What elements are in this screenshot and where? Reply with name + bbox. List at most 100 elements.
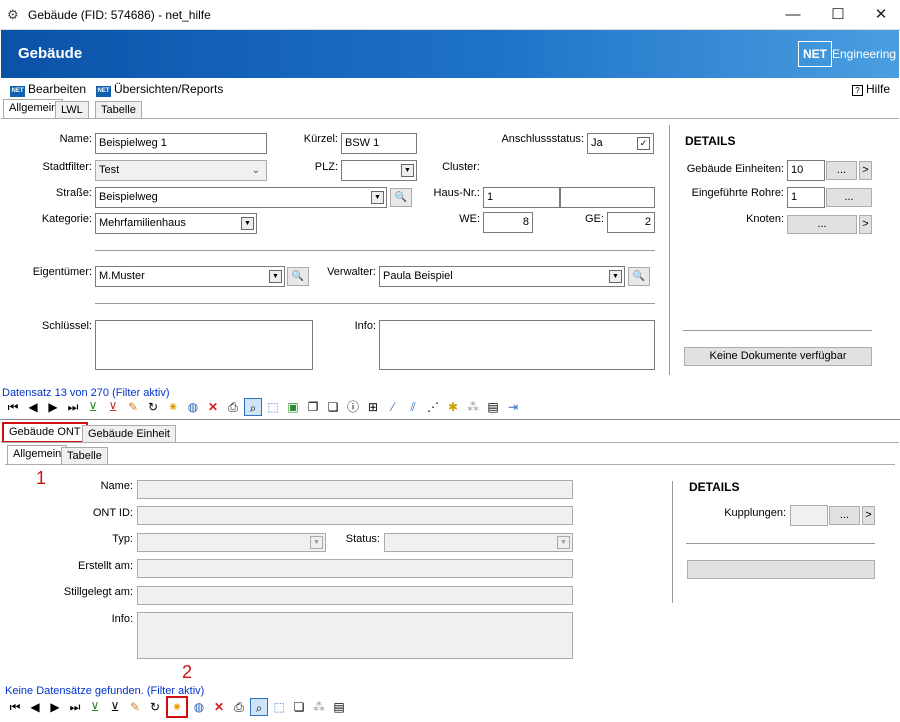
ont-info-textarea[interactable]	[137, 612, 573, 659]
maximize-button[interactable]: ☐	[815, 0, 861, 30]
edit-icon[interactable]: ✎	[126, 698, 144, 716]
refresh-icon[interactable]: ↻	[144, 398, 162, 416]
filter-remove-icon[interactable]: ⊻	[106, 698, 124, 716]
lines-icon[interactable]: ⫽	[404, 398, 422, 416]
prev-record-icon[interactable]: ◀	[26, 698, 44, 716]
kupplungen-input	[790, 505, 828, 526]
star-add-icon[interactable]: ✱	[444, 398, 462, 416]
copy-layer-icon[interactable]: ❐	[304, 398, 322, 416]
ont-id-input[interactable]	[137, 506, 573, 525]
eigentuemer-search-button[interactable]: 🔍	[287, 267, 309, 286]
sparkle-icon[interactable]: ⁂	[464, 398, 482, 416]
ge-input[interactable]: 2	[607, 212, 655, 233]
plz-label: PLZ:	[314, 161, 338, 173]
einheiten-open-button[interactable]: >	[859, 161, 872, 180]
we-input[interactable]: 8	[483, 212, 533, 233]
menu-reports[interactable]: NET Übersichten/Reports	[96, 81, 223, 97]
edit-icon[interactable]: ✎	[124, 398, 142, 416]
knoten-label: Knoten:	[746, 213, 784, 225]
verwalter-search-button[interactable]: 🔍	[628, 267, 650, 286]
menu-edit[interactable]: NET Bearbeiten	[10, 81, 86, 97]
select-icon[interactable]: ⬚	[270, 698, 288, 716]
einheiten-more-button[interactable]: ...	[826, 161, 857, 180]
next-record-icon[interactable]: ▶	[44, 398, 62, 416]
search-icon: 🔍	[394, 192, 408, 203]
stack-icon[interactable]: ❏	[324, 398, 342, 416]
filter-remove-icon[interactable]: ⊻	[104, 398, 122, 416]
name-input[interactable]: Beispielweg 1	[95, 133, 267, 154]
ont-typ-select[interactable]: ▼	[137, 533, 326, 552]
tab-gebaeude-ont[interactable]: Gebäude ONT	[2, 422, 88, 443]
kategorie-select[interactable]: Mehrfamilienhaus ▼	[95, 213, 257, 234]
kupplungen-open-button[interactable]: >	[862, 506, 875, 525]
line-icon[interactable]: ⁄	[384, 398, 402, 416]
eigentuemer-label: Eigentümer:	[32, 266, 92, 278]
zoom-icon[interactable]: ⌕	[244, 398, 262, 416]
globe-icon[interactable]: ◍	[184, 398, 202, 416]
knoten-open-button[interactable]: >	[859, 215, 872, 234]
tab-tabelle[interactable]: Tabelle	[95, 101, 142, 119]
close-button[interactable]: ✕	[858, 0, 900, 30]
divider	[95, 250, 655, 251]
no-documents-button[interactable]: Keine Dokumente verfügbar	[684, 347, 872, 366]
kuerzel-input[interactable]: BSW 1	[341, 133, 417, 154]
plz-select[interactable]: ▼	[341, 160, 417, 181]
next-record-icon[interactable]: ▶	[46, 698, 64, 716]
zoom-icon[interactable]: ⌕	[250, 698, 268, 716]
menu-help[interactable]: ? Hilfe	[852, 81, 890, 97]
print-icon[interactable]: ⎙	[230, 698, 248, 716]
ont-details-hline	[686, 543, 875, 544]
anschlussstatus-checkbox[interactable]: Ja ✓	[587, 133, 654, 154]
table-icon[interactable]: ▤	[330, 698, 348, 716]
ont-documents-button[interactable]	[687, 560, 875, 579]
knoten-more-button[interactable]: ...	[787, 215, 857, 234]
table-icon[interactable]: ▤	[484, 398, 502, 416]
delete-icon[interactable]: ✕	[210, 698, 228, 716]
strasse-search-button[interactable]: 🔍	[390, 188, 412, 207]
ge-label: GE:	[585, 213, 604, 225]
schluessel-textarea[interactable]	[95, 320, 313, 370]
ont-erstellt-input[interactable]	[137, 559, 573, 578]
strasse-select[interactable]: Beispielweg ▼	[95, 187, 387, 208]
ont-typ-label: Typ:	[112, 533, 133, 545]
info-textarea[interactable]	[379, 320, 655, 370]
sparkle-icon[interactable]: ⁂	[310, 698, 328, 716]
hausnr-zusatz-input[interactable]	[560, 187, 655, 208]
pattern-icon[interactable]: ⋰	[424, 398, 442, 416]
ont-name-input[interactable]	[137, 480, 573, 499]
dropdown-arrow-icon: ▼	[401, 164, 414, 177]
print-icon[interactable]: ⎙	[224, 398, 242, 416]
last-record-icon[interactable]: ⏭	[64, 398, 82, 416]
prev-record-icon[interactable]: ◀	[24, 398, 42, 416]
first-record-icon[interactable]: ⏮	[6, 698, 24, 716]
tab-gebaeude-einheit[interactable]: Gebäude Einheit	[82, 425, 176, 443]
tab-ont-tabelle[interactable]: Tabelle	[61, 447, 108, 465]
info-icon[interactable]: ⓘ	[344, 398, 362, 416]
eigentuemer-select[interactable]: M.Muster ▼	[95, 266, 285, 287]
filter-add-icon[interactable]: ⊻	[84, 398, 102, 416]
stack-icon[interactable]: ❏	[290, 698, 308, 716]
company-name: Engineering	[832, 47, 897, 61]
new-icon[interactable]: ✷	[164, 398, 182, 416]
first-record-icon[interactable]: ⏮	[4, 398, 22, 416]
exit-icon[interactable]: ⇥	[504, 398, 522, 416]
verwalter-select[interactable]: Paula Beispiel ▼	[379, 266, 625, 287]
last-record-icon[interactable]: ⏭	[66, 698, 84, 716]
stadtfilter-select[interactable]: Test ⌄	[95, 160, 267, 181]
filter-add-icon[interactable]: ⊻	[86, 698, 104, 716]
hausnr-input[interactable]: 1	[483, 187, 560, 208]
tab-lwl[interactable]: LWL	[55, 101, 89, 119]
globe-icon[interactable]: ◍	[190, 698, 208, 716]
ont-status-select[interactable]: ▼	[384, 533, 573, 552]
select-icon[interactable]: ⬚	[264, 398, 282, 416]
minimize-button[interactable]: —	[770, 0, 816, 30]
tab-ont-allgemein[interactable]: Allgemein	[7, 445, 68, 465]
refresh-icon[interactable]: ↻	[146, 698, 164, 716]
layer-icon[interactable]: ▣	[284, 398, 302, 416]
kupplungen-more-button[interactable]: ...	[829, 506, 860, 525]
delete-icon[interactable]: ✕	[204, 398, 222, 416]
ont-stillgelegt-input[interactable]	[137, 586, 573, 605]
map-add-icon[interactable]: ⊞	[364, 398, 382, 416]
rohre-more-button[interactable]: ...	[826, 188, 872, 207]
new-icon[interactable]: ✷	[166, 696, 188, 718]
